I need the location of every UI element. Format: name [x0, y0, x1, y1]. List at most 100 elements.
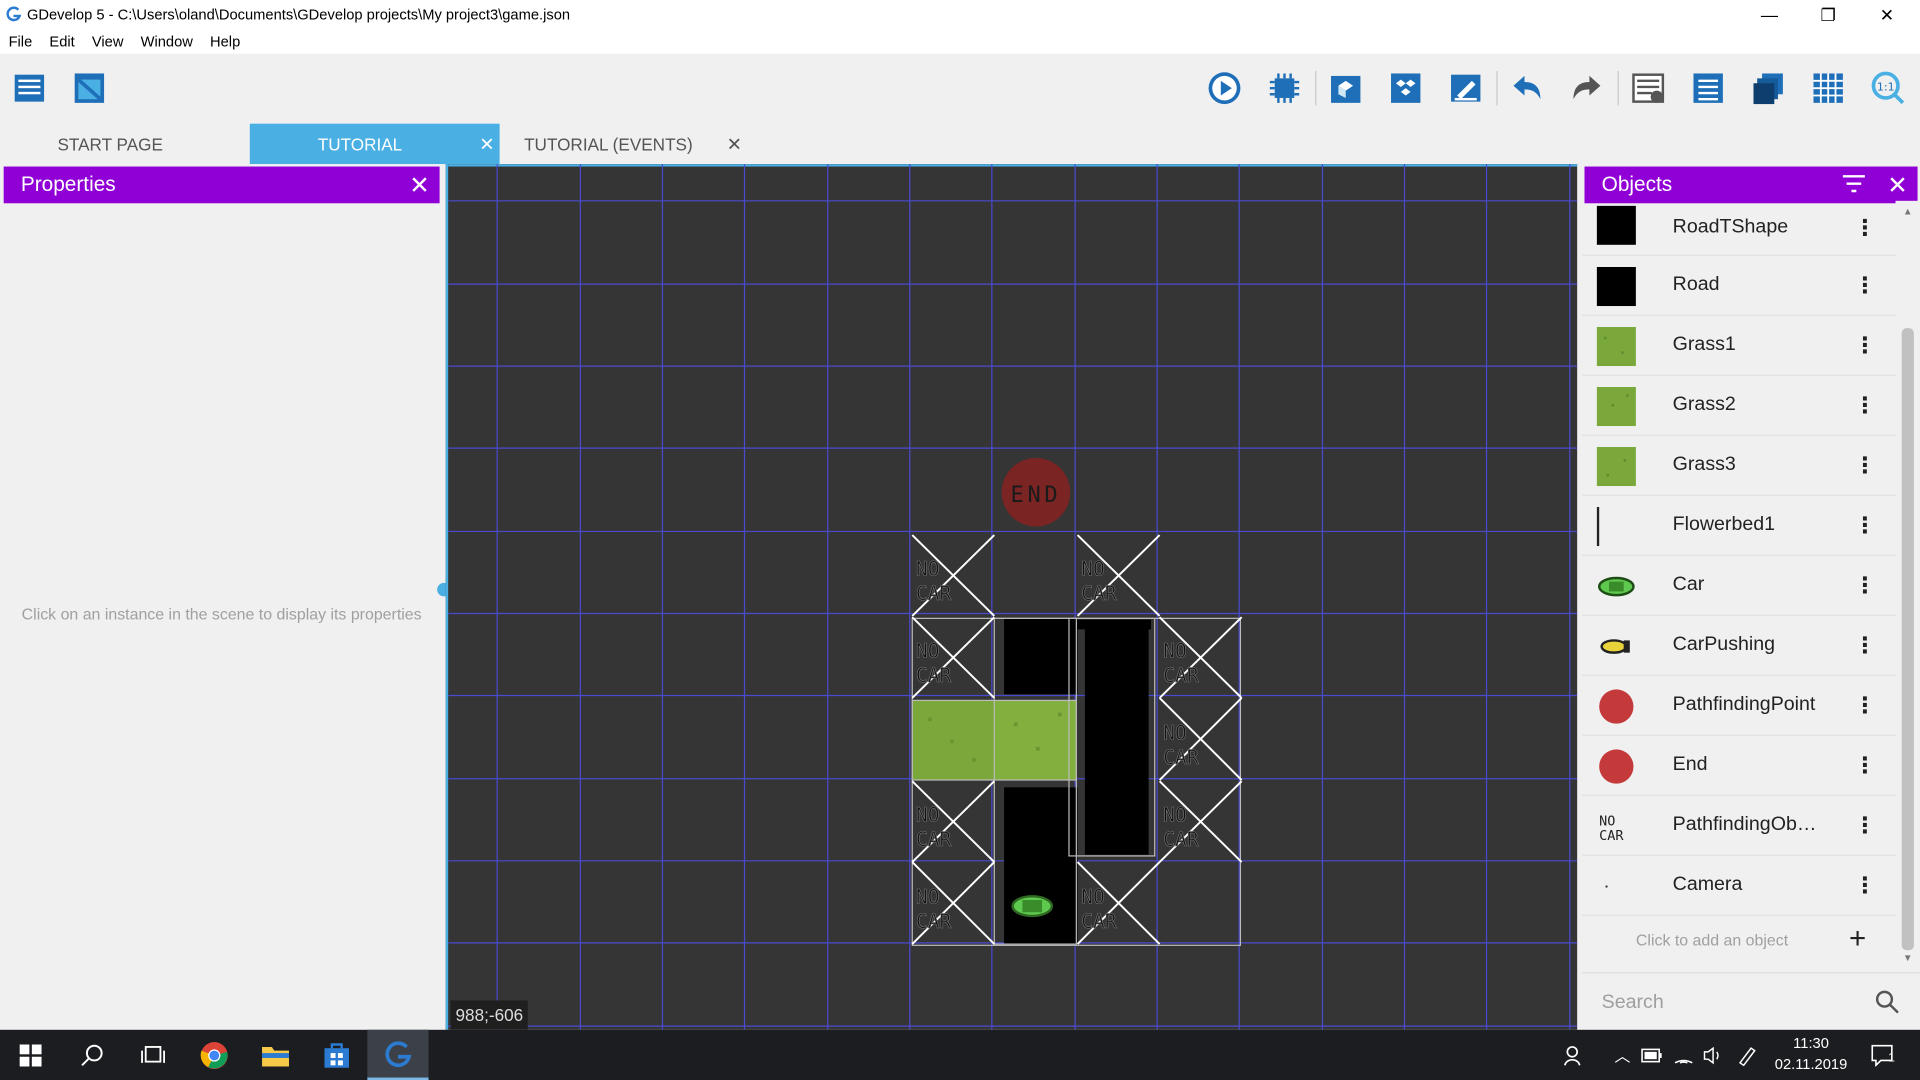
notifications-button[interactable]: 1	[1859, 1030, 1908, 1080]
cursor-coordinates: 988;-606	[450, 1000, 529, 1030]
open-object-editor-button[interactable]	[1326, 69, 1365, 108]
list-item[interactable]: Grass1 ⋮	[1582, 316, 1896, 376]
properties-hint: Click on an instance in the scene to dis…	[21, 604, 422, 624]
object-groups-button[interactable]	[1386, 69, 1425, 108]
tab-tutorial[interactable]: TUTORIAL ✕	[249, 123, 500, 165]
svg-text:CAR: CAR	[916, 664, 952, 687]
menu-view[interactable]: View	[83, 33, 132, 50]
clock-date: 02.11.2019	[1774, 1055, 1848, 1073]
list-item[interactable]: CarPushing ⋮	[1582, 616, 1896, 676]
layers-button[interactable]	[1749, 69, 1788, 108]
svg-text:CAR: CAR	[1163, 828, 1199, 851]
instances-list-button[interactable]	[1629, 69, 1668, 108]
close-icon[interactable]: ✕	[409, 170, 430, 201]
instances-list-icon	[1632, 73, 1665, 103]
filter-icon[interactable]	[1842, 173, 1866, 201]
more-vert-icon[interactable]: ⋮	[1854, 572, 1876, 598]
list-item[interactable]: Road ⋮	[1582, 256, 1896, 316]
redo-button[interactable]	[1567, 69, 1606, 108]
volume-tray[interactable]	[1697, 1030, 1729, 1080]
scene-properties-button[interactable]	[70, 69, 109, 108]
pen-tray[interactable]	[1731, 1030, 1763, 1080]
minimize-button[interactable]: —	[1741, 0, 1797, 29]
road-joint	[1067, 619, 1152, 630]
store-taskbar-item[interactable]	[306, 1030, 367, 1080]
play-icon	[1208, 72, 1241, 105]
list-item[interactable]: NO CAR PathfindingOb… ⋮	[1582, 796, 1896, 856]
close-window-button[interactable]: ✕	[1859, 0, 1915, 29]
svg-text:NO: NO	[1081, 886, 1105, 909]
gdevelop-taskbar-item[interactable]	[367, 1029, 429, 1080]
debug-chip-icon	[1269, 73, 1300, 103]
more-vert-icon[interactable]: ⋮	[1854, 512, 1876, 538]
object-name: Car	[1672, 574, 1705, 596]
project-manager-button[interactable]	[10, 69, 49, 108]
yellow-car-icon	[1600, 639, 1630, 654]
menu-file[interactable]: File	[0, 33, 41, 50]
objects-scrollbar[interactable]: ▲ ▼	[1895, 200, 1920, 973]
close-tab-icon[interactable]: ✕	[479, 133, 494, 155]
window-title: GDevelop 5 - C:\Users\oland\Documents\GD…	[26, 6, 571, 24]
edit-properties-icon	[1451, 74, 1481, 102]
more-vert-icon[interactable]: ⋮	[1854, 392, 1876, 418]
layers-list-button[interactable]	[1689, 69, 1728, 108]
menu-window[interactable]: Window	[132, 33, 201, 50]
more-vert-icon[interactable]: ⋮	[1854, 692, 1876, 718]
add-icon[interactable]: +	[1849, 922, 1866, 956]
add-object-row[interactable]: Click to add an object +	[1582, 911, 1895, 967]
properties-panel-button[interactable]	[1446, 69, 1485, 108]
undo-button[interactable]	[1507, 69, 1546, 108]
preview-button[interactable]	[1205, 69, 1244, 108]
people-button[interactable]	[1550, 1030, 1599, 1080]
close-icon[interactable]: ✕	[1887, 170, 1908, 201]
toggle-grid-button[interactable]	[1809, 69, 1848, 108]
search-input[interactable]	[1601, 988, 1847, 1018]
panel-title: Objects	[1601, 172, 1673, 196]
search-taskbar-button[interactable]	[61, 1030, 122, 1080]
more-vert-icon[interactable]: ⋮	[1854, 752, 1876, 778]
list-item[interactable]: Flowerbed1 ⋮	[1582, 496, 1896, 556]
objects-header: Objects ✕	[1584, 166, 1918, 204]
menu-edit[interactable]: Edit	[41, 33, 83, 50]
scroll-thumb[interactable]	[1901, 328, 1914, 951]
list-item[interactable]: RoadTShape ⋮	[1582, 201, 1896, 256]
list-item[interactable]: Car ⋮	[1582, 556, 1896, 616]
object-name: Road	[1672, 274, 1720, 296]
list-item[interactable]: Grass3 ⋮	[1582, 436, 1896, 496]
more-vert-icon[interactable]: ⋮	[1854, 452, 1876, 478]
tab-tutorial-events[interactable]: TUTORIAL (EVENTS) ✕	[504, 124, 749, 164]
battery-tray[interactable]	[1636, 1030, 1668, 1080]
list-item[interactable]: PathfindingPoint ⋮	[1582, 676, 1896, 736]
more-vert-icon[interactable]: ⋮	[1854, 872, 1876, 898]
chrome-taskbar-item[interactable]	[184, 1030, 245, 1080]
tab-start-page[interactable]: START PAGE	[0, 124, 220, 164]
tray-expand-button[interactable]: ︿	[1607, 1030, 1639, 1080]
list-item[interactable]: Camera ⋮	[1582, 856, 1896, 916]
zoom-button[interactable]: 1:1	[1869, 69, 1908, 108]
task-view-button[interactable]	[122, 1030, 183, 1080]
search-icon[interactable]	[1873, 988, 1900, 1015]
zoom-reset-icon: 1:1	[1871, 71, 1905, 105]
wifi-tray[interactable]	[1668, 1030, 1700, 1080]
start-button[interactable]	[0, 1030, 61, 1080]
close-tab-icon[interactable]: ✕	[727, 133, 742, 155]
green-car-icon	[1597, 576, 1635, 597]
debugger-button[interactable]	[1265, 69, 1304, 108]
scroll-up-icon[interactable]: ▲	[1903, 206, 1913, 217]
list-item[interactable]: Grass2 ⋮	[1582, 376, 1896, 436]
more-vert-icon[interactable]: ⋮	[1854, 332, 1876, 358]
more-vert-icon[interactable]: ⋮	[1854, 215, 1876, 241]
restore-button[interactable]: ❐	[1800, 0, 1856, 29]
store-icon	[324, 1042, 349, 1068]
svg-text:NO: NO	[916, 640, 940, 663]
scroll-down-icon[interactable]: ▼	[1903, 953, 1913, 964]
layers-icon	[1753, 73, 1783, 105]
more-vert-icon[interactable]: ⋮	[1854, 272, 1876, 298]
more-vert-icon[interactable]: ⋮	[1854, 632, 1876, 658]
menu-help[interactable]: Help	[201, 33, 248, 50]
taskbar-clock[interactable]: 11:30 02.11.2019	[1763, 1033, 1859, 1075]
file-explorer-taskbar-item[interactable]	[245, 1030, 306, 1080]
list-item[interactable]: End ⋮	[1582, 736, 1896, 796]
scene-canvas[interactable]: NO CAR NO CAR NO CAR NO CAR NO CAR NO CAR NO CA…	[445, 164, 1578, 1030]
more-vert-icon[interactable]: ⋮	[1854, 812, 1876, 838]
